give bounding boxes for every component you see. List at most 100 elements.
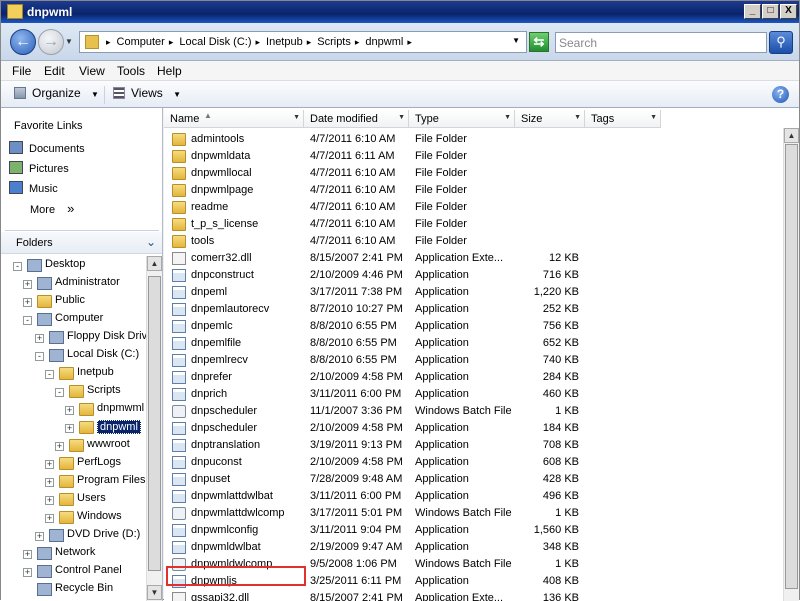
chevron-right-icon[interactable]: ▸ [307,37,312,47]
scroll-down-button[interactable]: ▼ [147,585,162,600]
expand-icon[interactable]: + [65,406,74,415]
tree-item-dnpwml[interactable]: + dnpwml [1,420,146,437]
file-row[interactable]: dnpwmlconfig 3/11/2011 9:04 PM Application… [164,522,784,539]
tree-item-users[interactable]: + Users [1,492,146,509]
menu-edit[interactable]: Edit [44,64,65,78]
file-row[interactable]: dnpuconst 2/10/2009 4:58 PM Application 608… [164,454,784,471]
file-row[interactable]: dnpemlrecv 8/8/2010 6:55 PM Application 740… [164,352,784,369]
file-row[interactable]: dnpuset 7/28/2009 9:48 AM Application 428 K… [164,471,784,488]
expand-icon[interactable]: + [23,550,32,559]
tree-item-dnpmwml[interactable]: + dnpmwml [1,402,146,419]
title-bar[interactable]: dnpwml _ □ X [1,1,799,23]
chevron-down-icon[interactable]: ▼ [574,114,581,121]
file-row[interactable]: tools 4/7/2011 6:10 AM File Folder [164,233,784,250]
tree-item-recycle-bin[interactable]: Recycle Bin [1,582,146,599]
chevron-right-icon[interactable]: ▸ [106,37,111,47]
search-button[interactable]: ⚲ [769,31,793,54]
favorite-pictures[interactable]: Pictures [9,161,69,177]
tree-item-public[interactable]: + Public [1,294,146,311]
chevron-down-icon[interactable]: ▼ [398,114,405,121]
expand-icon[interactable]: + [23,568,32,577]
column-header-size[interactable]: Size ▼ [515,110,585,128]
help-button[interactable]: ? [772,86,789,103]
menu-help[interactable]: Help [157,64,182,78]
chevron-down-icon[interactable]: ▼ [650,114,657,121]
collapse-icon[interactable]: - [35,352,44,361]
organize-button[interactable]: Organize ▼ [14,86,99,104]
recent-pages-dropdown[interactable]: ▼ [65,37,73,46]
scroll-up-button[interactable]: ▲ [147,256,162,271]
tree-item-computer[interactable]: - Computer [1,312,146,329]
file-row[interactable]: dnpwmllocal 4/7/2011 6:10 AM File Folder [164,165,784,182]
tree-item-perflogs[interactable]: + PerfLogs [1,456,146,473]
expand-icon[interactable]: + [45,514,54,523]
column-header-date-modified[interactable]: Date modified ▼ [304,110,409,128]
maximize-button[interactable]: □ [762,4,779,19]
expand-icon[interactable]: + [35,532,44,541]
expand-icon[interactable]: + [23,280,32,289]
file-row[interactable]: dnpemlc 8/8/2010 6:55 PM Application 756 KB [164,318,784,335]
favorite-documents[interactable]: Documents [9,141,85,157]
chevron-down-icon[interactable]: ▼ [293,114,300,121]
menu-file[interactable]: File [12,64,31,78]
file-row[interactable]: t_p_s_license 4/7/2011 6:10 AM File Folder [164,216,784,233]
expand-icon[interactable]: + [55,442,64,451]
favorite-more[interactable]: More » [30,201,74,217]
scroll-thumb[interactable] [785,144,798,589]
tree-item-inetpub[interactable]: - Inetpub [1,366,146,383]
tree-item-dvd-drive-d-[interactable]: + DVD Drive (D:) [1,528,146,545]
file-row[interactable]: dnpwmlattdwlcomp 3/17/2011 5:01 PM Windows… [164,505,784,522]
favorite-music[interactable]: Music [9,181,58,197]
tree-scrollbar[interactable]: ▲ ▼ [146,256,162,601]
breadcrumb-item[interactable]: Inetpub [266,36,303,48]
tree-item-local-disk-c-[interactable]: - Local Disk (C:) [1,348,146,365]
column-header-tags[interactable]: Tags ▼ [585,110,661,128]
file-row[interactable]: dnpconstruct 2/10/2009 4:46 PM Application… [164,267,784,284]
chevron-down-icon[interactable]: ▼ [504,114,511,121]
expand-icon[interactable]: + [45,478,54,487]
expand-icon[interactable]: + [23,298,32,307]
tree-item-wwwroot[interactable]: + wwwroot [1,438,146,455]
scroll-up-button[interactable]: ▲ [784,128,799,143]
chevron-right-icon[interactable]: ▸ [255,37,260,47]
file-row[interactable]: dnprich 3/11/2011 6:00 PM Application 460 K… [164,386,784,403]
file-row[interactable]: dnpemlfile 8/8/2010 6:55 PM Application 652… [164,335,784,352]
expand-icon[interactable]: + [45,496,54,505]
back-button[interactable]: ← [10,29,36,55]
refresh-button[interactable]: ⇆ [529,32,549,52]
file-row[interactable]: dnpemlautorecv 8/7/2010 10:27 PM Applicati… [164,301,784,318]
column-header-name[interactable]: Name ▲ ▼ [164,110,304,128]
scroll-thumb[interactable] [148,276,161,571]
column-header-type[interactable]: Type ▼ [409,110,515,128]
file-row[interactable]: dnpscheduler 2/10/2009 4:58 PM Application… [164,420,784,437]
tree-item-scripts[interactable]: - Scripts [1,384,146,401]
menu-view[interactable]: View [79,64,105,78]
breadcrumb-item[interactable]: Scripts [317,36,351,48]
file-row[interactable]: comerr32.dll 8/15/2007 2:41 PM Application… [164,250,784,267]
file-row[interactable]: dnpeml 3/17/2011 7:38 PM Application 1,220 … [164,284,784,301]
tree-item-administrator[interactable]: + Administrator [1,276,146,293]
expand-icon[interactable]: + [65,424,74,433]
breadcrumb-item[interactable]: Computer [117,36,165,48]
file-row[interactable]: gssapi32.dll 8/15/2007 2:41 PM Application… [164,590,784,601]
collapse-icon[interactable]: - [45,370,54,379]
tree-item-program-files[interactable]: + Program Files [1,474,146,491]
file-row[interactable]: admintools 4/7/2011 6:10 AM File Folder [164,131,784,148]
file-row[interactable]: dnpwmldwlbat 2/19/2009 9:47 AM Application… [164,539,784,556]
minimize-button[interactable]: _ [744,4,761,19]
breadcrumb-item[interactable]: Local Disk (C:) [179,36,251,48]
chevron-right-icon[interactable]: ▸ [355,37,360,47]
collapse-icon[interactable]: - [55,388,64,397]
tree-item-windows[interactable]: + Windows [1,510,146,527]
collapse-icon[interactable]: - [23,316,32,325]
file-row[interactable]: dnpwmlpage 4/7/2011 6:10 AM File Folder [164,182,784,199]
search-input[interactable]: Search [555,32,767,53]
file-row[interactable]: dnpwmldata 4/7/2011 6:11 AM File Folder [164,148,784,165]
close-button[interactable]: X [780,4,797,19]
folders-header[interactable]: Folders ⌄ [1,232,162,254]
forward-button[interactable]: → [38,29,64,55]
file-row[interactable]: dnptranslation 3/19/2011 9:13 PM Applicati… [164,437,784,454]
file-row[interactable]: readme 4/7/2011 6:10 AM File Folder [164,199,784,216]
file-row[interactable]: dnpscheduler 11/1/2007 3:36 PM Windows Bat… [164,403,784,420]
tree-item-network[interactable]: + Network [1,546,146,563]
